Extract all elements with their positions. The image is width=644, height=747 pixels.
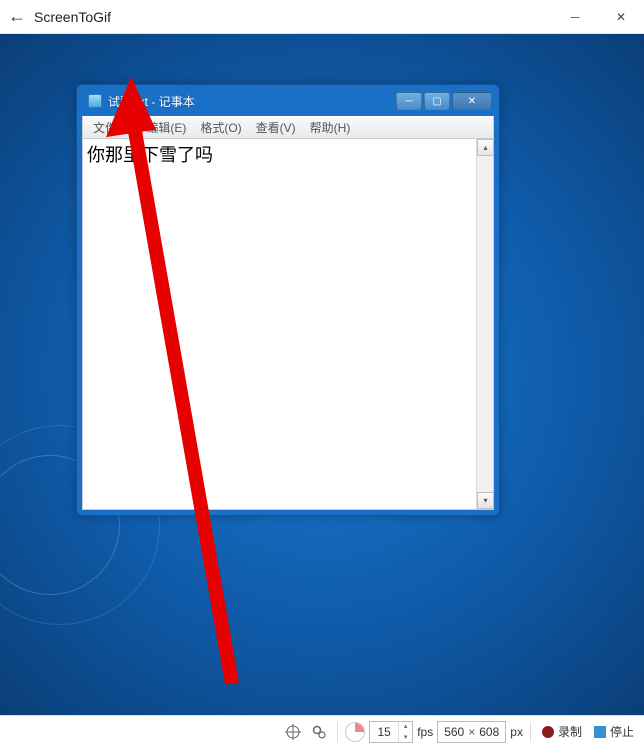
stop-button[interactable]: 停止	[590, 723, 638, 740]
menu-edit[interactable]: 编辑(E)	[146, 119, 186, 136]
stop-icon	[594, 726, 606, 738]
dimensions-input[interactable]: 560 × 608	[437, 721, 506, 743]
notepad-maximize-button[interactable]: ▢	[424, 92, 450, 110]
fps-up[interactable]: ▴	[399, 721, 412, 732]
app-title: ScreenToGif	[34, 9, 111, 25]
notepad-window[interactable]: 试验.txt - 记事本 ─ ▢ ✕ 文件(F) 编辑(E) 格式(O) 查看(…	[76, 84, 500, 516]
separator	[530, 722, 531, 742]
minimize-button[interactable]: ─	[552, 4, 598, 30]
gear-icon[interactable]	[308, 721, 330, 743]
stop-label: 停止	[610, 723, 634, 740]
fps-input[interactable]: 15 ▴▾	[369, 721, 413, 743]
fps-down[interactable]: ▾	[399, 732, 412, 743]
height-value[interactable]: 608	[479, 725, 499, 739]
record-label: 录制	[558, 723, 582, 740]
recorder-toolbar: 15 ▴▾ fps 560 × 608 px 录制 停止	[0, 715, 644, 747]
fps-stepper[interactable]: ▴▾	[398, 721, 412, 743]
menu-help[interactable]: 帮助(H)	[310, 119, 351, 136]
close-button[interactable]: ✕	[598, 4, 644, 30]
scroll-up-button[interactable]: ▴	[477, 139, 494, 156]
notepad-minimize-button[interactable]: ─	[396, 92, 422, 110]
menu-file[interactable]: 文件(F)	[93, 119, 132, 136]
notepad-menubar: 文件(F) 编辑(E) 格式(O) 查看(V) 帮助(H)	[82, 116, 494, 138]
notepad-content-area: 你那里下雪了吗 ▴ ▾	[82, 138, 494, 510]
record-button[interactable]: 录制	[538, 723, 586, 740]
app-titlebar: ← ScreenToGif ─ ✕	[0, 0, 644, 34]
fps-label: fps	[417, 725, 433, 739]
notepad-close-button[interactable]: ✕	[452, 92, 492, 110]
menu-view[interactable]: 查看(V)	[256, 119, 296, 136]
notepad-window-controls: ─ ▢ ✕	[396, 92, 492, 110]
notepad-icon	[88, 94, 102, 108]
width-value[interactable]: 560	[444, 725, 464, 739]
crosshair-icon[interactable]	[282, 721, 304, 743]
buffer-pie-icon[interactable]	[345, 722, 365, 742]
dimension-separator: ×	[468, 725, 475, 739]
notepad-window-title: 试验.txt - 记事本	[108, 93, 195, 110]
px-label: px	[510, 725, 523, 739]
fps-value[interactable]: 15	[370, 725, 398, 739]
record-icon	[542, 726, 554, 738]
capture-area: 试验.txt - 记事本 ─ ▢ ✕ 文件(F) 编辑(E) 格式(O) 查看(…	[0, 34, 644, 715]
separator	[337, 722, 338, 742]
scroll-down-button[interactable]: ▾	[477, 492, 494, 509]
notepad-scrollbar[interactable]: ▴ ▾	[476, 139, 493, 509]
notepad-text[interactable]: 你那里下雪了吗	[83, 139, 476, 509]
notepad-titlebar[interactable]: 试验.txt - 记事本 ─ ▢ ✕	[82, 90, 494, 116]
menu-format[interactable]: 格式(O)	[200, 119, 241, 136]
app-window-controls: ─ ✕	[552, 4, 644, 30]
back-button[interactable]: ←	[0, 6, 34, 27]
